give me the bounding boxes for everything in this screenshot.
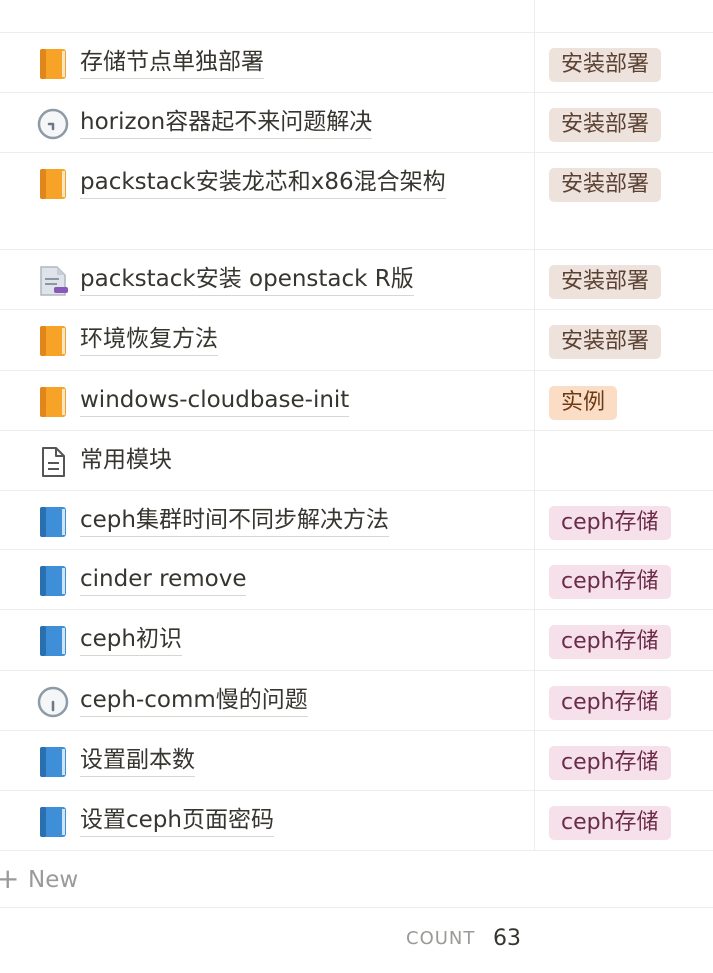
table-row[interactable]: 设置ceph页面密码 ceph存储 (0, 791, 713, 851)
title-cell[interactable]: 设置副本数 (36, 731, 533, 790)
title-cell[interactable]: ceph集群时间不同步解决方法 (36, 491, 533, 549)
row-title[interactable]: ceph-comm慢的问题 (80, 684, 308, 717)
row-title[interactable]: 设置ceph页面密码 (80, 804, 274, 837)
orange-book-icon (36, 47, 70, 81)
table-row[interactable]: 环境恢复方法 安装部署 (0, 310, 713, 371)
row-title[interactable]: 存储节点单独部署 (80, 46, 264, 79)
column-divider (534, 0, 535, 851)
blue-book-icon (36, 624, 70, 658)
row-title[interactable]: 常用模块 (80, 444, 172, 476)
title-cell[interactable]: 常用模块 (36, 431, 533, 490)
table-row[interactable]: 设置副本数 ceph存储 (0, 731, 713, 791)
table-row[interactable]: ceph集群时间不同步解决方法 ceph存储 (0, 491, 713, 550)
category-tag[interactable]: 安装部署 (549, 168, 662, 202)
category-tag[interactable]: 实例 (549, 386, 618, 420)
orange-book-icon (36, 324, 70, 358)
table-row[interactable]: ceph初识 ceph存储 (0, 610, 713, 671)
orange-book-icon (36, 167, 70, 201)
title-cell[interactable]: 存储节点单独部署 (36, 33, 533, 92)
new-row-button[interactable]: + New (0, 851, 713, 908)
row-title[interactable]: ceph集群时间不同步解决方法 (80, 504, 389, 537)
blue-book-icon (36, 745, 70, 779)
count-label: COUNT (406, 928, 476, 949)
category-tag[interactable]: ceph存储 (549, 806, 671, 840)
table-row[interactable]: packstack安装 openstack R版 安装部署 (0, 250, 713, 310)
title-cell[interactable]: horizon容器起不来问题解决 (36, 93, 533, 152)
count-value: 63 (493, 926, 521, 951)
row-title[interactable]: packstack安装龙芯和x86混合架构 (80, 166, 446, 199)
title-cell[interactable]: cinder remove (36, 550, 533, 609)
table-row[interactable]: 常用模块 (0, 431, 713, 491)
category-tag[interactable]: ceph存储 (549, 746, 671, 780)
title-cell[interactable]: windows-cloudbase-init (36, 371, 533, 430)
blue-book-icon (36, 505, 70, 539)
table-top-row (0, 0, 713, 33)
row-title[interactable]: windows-cloudbase-init (80, 384, 350, 417)
new-row-label: New (28, 867, 79, 893)
table-row[interactable]: horizon容器起不来问题解决 安装部署 (0, 93, 713, 153)
title-cell[interactable]: 设置ceph页面密码 (36, 791, 533, 850)
title-cell[interactable]: ceph初识 (36, 610, 533, 670)
orange-book-icon (36, 385, 70, 419)
category-tag[interactable]: ceph存储 (549, 625, 671, 659)
category-tag[interactable]: ceph存储 (549, 565, 671, 599)
row-title[interactable]: ceph初识 (80, 623, 182, 656)
title-cell[interactable]: packstack安装龙芯和x86混合架构 (36, 153, 533, 249)
plus-icon: + (0, 862, 20, 895)
row-title[interactable]: 环境恢复方法 (80, 323, 218, 356)
page-icon (36, 445, 70, 479)
table-row[interactable]: windows-cloudbase-init 实例 (0, 371, 713, 431)
row-title[interactable]: horizon容器起不来问题解决 (80, 106, 373, 139)
document-pen-icon (36, 264, 70, 298)
blue-book-icon (36, 805, 70, 839)
title-cell[interactable]: ceph-comm慢的问题 (36, 671, 533, 730)
category-tag[interactable]: 安装部署 (549, 48, 662, 82)
row-title[interactable]: packstack安装 openstack R版 (80, 263, 414, 296)
clock-icon (36, 685, 70, 719)
blue-book-icon (36, 564, 70, 598)
category-tag[interactable]: 安装部署 (549, 325, 662, 359)
category-tag[interactable]: 安装部署 (549, 108, 662, 142)
table-row[interactable]: cinder remove ceph存储 (0, 550, 713, 610)
clock-icon (36, 107, 70, 141)
category-tag[interactable]: ceph存储 (549, 506, 671, 540)
title-cell[interactable]: 环境恢复方法 (36, 310, 533, 370)
row-title[interactable]: cinder remove (80, 563, 247, 596)
table-row[interactable]: ceph-comm慢的问题 ceph存储 (0, 671, 713, 731)
row-title[interactable]: 设置副本数 (80, 744, 195, 777)
category-tag[interactable]: 安装部署 (549, 265, 662, 299)
table-row[interactable]: 存储节点单独部署 安装部署 (0, 33, 713, 93)
title-cell[interactable]: packstack安装 openstack R版 (36, 250, 533, 309)
category-tag[interactable]: ceph存储 (549, 686, 671, 720)
table-row[interactable]: packstack安装龙芯和x86混合架构 安装部署 (0, 153, 713, 250)
